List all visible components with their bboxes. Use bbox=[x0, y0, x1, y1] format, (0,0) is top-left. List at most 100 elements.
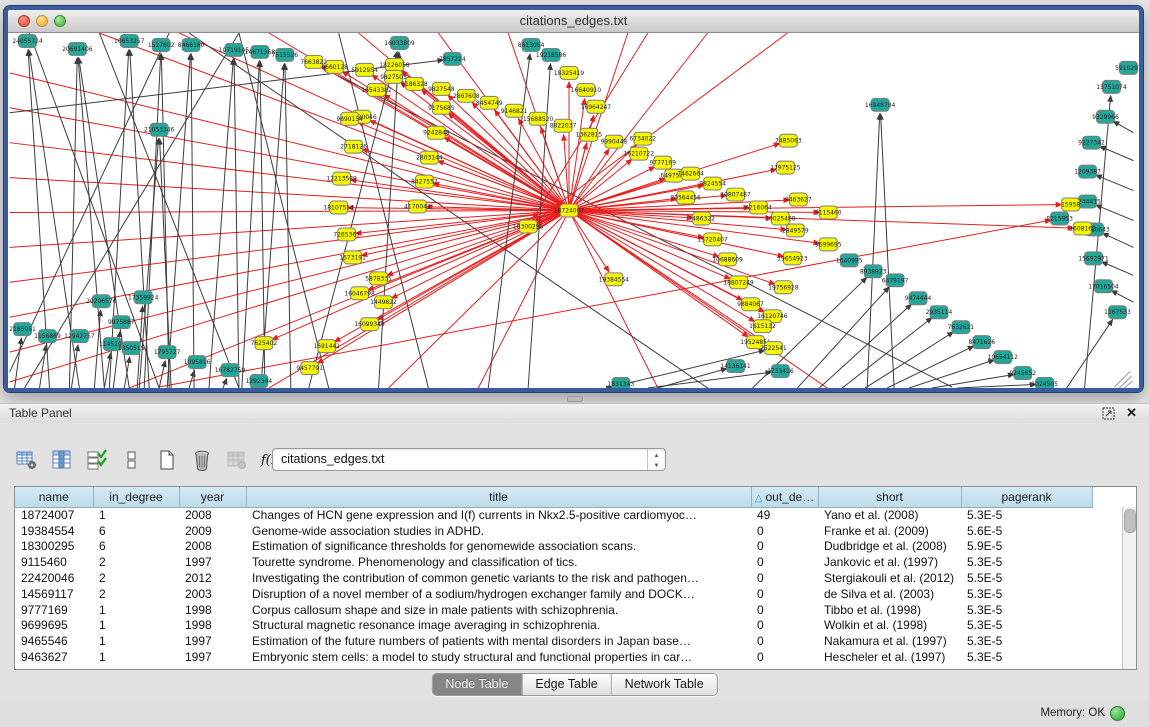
graph-node[interactable]: 8938923 bbox=[860, 265, 887, 278]
table-cell[interactable]: 1998 bbox=[179, 602, 246, 618]
column-header-out_de[interactable]: △out_de… bbox=[751, 487, 818, 507]
table-row[interactable]: 2242004622012Investigating the contribut… bbox=[15, 570, 1122, 586]
graph-node[interactable]: 19654923 bbox=[777, 252, 808, 265]
graph-node[interactable]: 16640910 bbox=[571, 83, 602, 96]
table-cell[interactable]: 5.3E-5 bbox=[961, 649, 1092, 665]
graph-node[interactable]: 9660128 bbox=[321, 60, 348, 73]
table-cell[interactable]: 0 bbox=[751, 602, 818, 618]
close-panel-icon[interactable]: ✕ bbox=[1126, 405, 1137, 421]
graph-node[interactable]: 8454749 bbox=[476, 96, 503, 109]
graph-node[interactable]: 5878335 bbox=[365, 272, 392, 285]
table-cell[interactable]: 6 bbox=[93, 523, 179, 539]
table-mode-button[interactable] bbox=[14, 447, 40, 473]
table-cell[interactable]: 0 bbox=[751, 539, 818, 555]
table-cell[interactable]: 1 bbox=[93, 618, 179, 634]
select-columns-button[interactable] bbox=[84, 447, 110, 473]
table-cell[interactable]: 0 bbox=[751, 570, 818, 586]
graph-node[interactable]: 9699695 bbox=[815, 238, 842, 251]
graph-node[interactable]: 15958 bbox=[1061, 198, 1080, 211]
graph-node[interactable]: 19218586 bbox=[536, 48, 567, 61]
graph-node[interactable]: 1209387 bbox=[1074, 165, 1101, 178]
table-cell[interactable]: 0 bbox=[751, 633, 818, 649]
graph-node[interactable]: 20564456 bbox=[670, 191, 701, 204]
graph-node[interactable]: 5910297 bbox=[1115, 61, 1139, 74]
table-row[interactable]: 1830029562008Estimation of significance … bbox=[15, 539, 1122, 555]
graph-node[interactable]: 8822037 bbox=[550, 119, 577, 132]
graph-node[interactable]: 18325419 bbox=[554, 66, 585, 79]
table-row[interactable]: 946362711997Embryonic stem cells: a mode… bbox=[15, 649, 1122, 665]
table-cell[interactable]: Tibbo et al. (1998) bbox=[818, 602, 961, 618]
graph-node[interactable]: 16948784 bbox=[865, 98, 896, 111]
table-row[interactable]: 1456911722003Disruption of a novel membe… bbox=[15, 586, 1122, 602]
graph-node[interactable]: 21053346 bbox=[144, 123, 175, 136]
table-cell[interactable]: de Silva et al. (2003) bbox=[818, 586, 961, 602]
table-cell[interactable]: 49 bbox=[751, 507, 818, 523]
table-cell[interactable]: Wolkin et al. (1998) bbox=[818, 618, 961, 634]
table-cell[interactable]: Dudbridge et al. (2008) bbox=[818, 539, 961, 555]
new-column-button[interactable] bbox=[154, 447, 180, 473]
table-cell[interactable]: 2008 bbox=[179, 539, 246, 555]
row-height-button[interactable] bbox=[119, 447, 145, 473]
network-canvas[interactable]: 1872400718300295240557242069140610653257… bbox=[8, 33, 1139, 388]
table-cell[interactable]: 5.3E-5 bbox=[961, 586, 1092, 602]
graph-node[interactable]: 2849579 bbox=[782, 224, 809, 237]
divider-grip-icon[interactable] bbox=[567, 396, 583, 402]
graph-node[interactable]: 1167533 bbox=[1104, 306, 1131, 319]
table-cell[interactable]: 5.3E-5 bbox=[961, 554, 1092, 570]
table-cell[interactable]: Hescheler et al. (1997) bbox=[818, 649, 961, 665]
graph-node[interactable]: 20691406 bbox=[62, 42, 93, 55]
graph-node[interactable]: 1691442 bbox=[313, 340, 340, 353]
graph-node[interactable]: 1362815 bbox=[576, 128, 603, 141]
column-header-name[interactable]: name bbox=[15, 487, 93, 507]
table-row[interactable]: 911546021997Tourette syndrome. Phenomeno… bbox=[15, 554, 1122, 570]
table-cell[interactable]: 5.3E-5 bbox=[961, 633, 1092, 649]
table-cell[interactable]: Investigating the contribution of common… bbox=[246, 570, 751, 586]
table-cell[interactable]: Tourette syndrome. Phenomenology and cla… bbox=[246, 554, 751, 570]
table-row[interactable]: 1872400712008Changes of HCN gene express… bbox=[15, 507, 1122, 523]
graph-node[interactable]: 19756928 bbox=[768, 281, 799, 294]
graph-node[interactable]: 5912954 bbox=[351, 63, 378, 76]
graph-node[interactable]: 9827548 bbox=[428, 82, 455, 95]
table-cell[interactable]: 5.3E-5 bbox=[961, 618, 1092, 634]
graph-node[interactable]: 9824554 bbox=[699, 177, 726, 190]
table-cell[interactable]: 5.3E-5 bbox=[961, 602, 1092, 618]
minimize-window-button[interactable] bbox=[36, 15, 48, 27]
graph-node[interactable]: 1156869 bbox=[34, 330, 61, 343]
table-cell[interactable]: Genome-wide association studies in ADHD. bbox=[246, 523, 751, 539]
graph-node[interactable]: 9884067 bbox=[737, 298, 764, 311]
float-panel-icon[interactable] bbox=[1102, 407, 1115, 420]
zoom-window-button[interactable] bbox=[54, 15, 66, 27]
table-cell[interactable]: 1997 bbox=[179, 554, 246, 570]
table-cell[interactable]: 14569117 bbox=[15, 586, 93, 602]
table-row[interactable]: 1938455462009Genome-wide association stu… bbox=[15, 523, 1122, 539]
graph-node[interactable]: 16964247 bbox=[581, 100, 612, 113]
graph-node[interactable]: 1527602 bbox=[148, 38, 175, 51]
table-cell[interactable]: 1997 bbox=[179, 633, 246, 649]
table-cell[interactable]: Estimation of significance thresholds fo… bbox=[246, 539, 751, 555]
graph-node[interactable]: 24055724 bbox=[12, 34, 43, 47]
graph-node[interactable]: 19384554 bbox=[599, 273, 630, 286]
table-cell[interactable]: 9777169 bbox=[15, 602, 93, 618]
graph-node[interactable]: 10653257 bbox=[114, 34, 145, 47]
table-cell[interactable]: Jankovic et al. (1997) bbox=[818, 554, 961, 570]
table-row[interactable]: 977716911998Corpus callosum shape and si… bbox=[15, 602, 1122, 618]
table-cell[interactable]: 1 bbox=[93, 633, 179, 649]
graph-node[interactable]: 12213589 bbox=[326, 172, 357, 185]
table-cell[interactable]: 9699695 bbox=[15, 618, 93, 634]
show-column-button[interactable] bbox=[49, 447, 75, 473]
table-cell[interactable]: 2 bbox=[93, 586, 179, 602]
table-cell[interactable]: 1 bbox=[93, 649, 179, 665]
tab-edge-table[interactable]: Edge Table bbox=[521, 674, 610, 695]
graph-node[interactable]: 17975125 bbox=[770, 161, 801, 174]
graph-node[interactable]: 10654112 bbox=[988, 351, 1019, 364]
table-cell[interactable]: 1998 bbox=[179, 618, 246, 634]
column-header-short[interactable]: short bbox=[818, 487, 961, 507]
table-cell[interactable]: Nakamura et al. (1997) bbox=[818, 633, 961, 649]
table-cell[interactable]: 2 bbox=[93, 570, 179, 586]
delete-column-button[interactable] bbox=[189, 447, 215, 473]
table-cell[interactable]: 5.9E-5 bbox=[961, 539, 1092, 555]
citation-network-graph[interactable]: 1872400718300295240557242069140610653257… bbox=[8, 33, 1139, 388]
graph-node[interactable]: 1292344 bbox=[246, 375, 273, 388]
graph-node[interactable]: 2522541 bbox=[760, 342, 787, 355]
table-cell[interactable]: 6 bbox=[93, 539, 179, 555]
